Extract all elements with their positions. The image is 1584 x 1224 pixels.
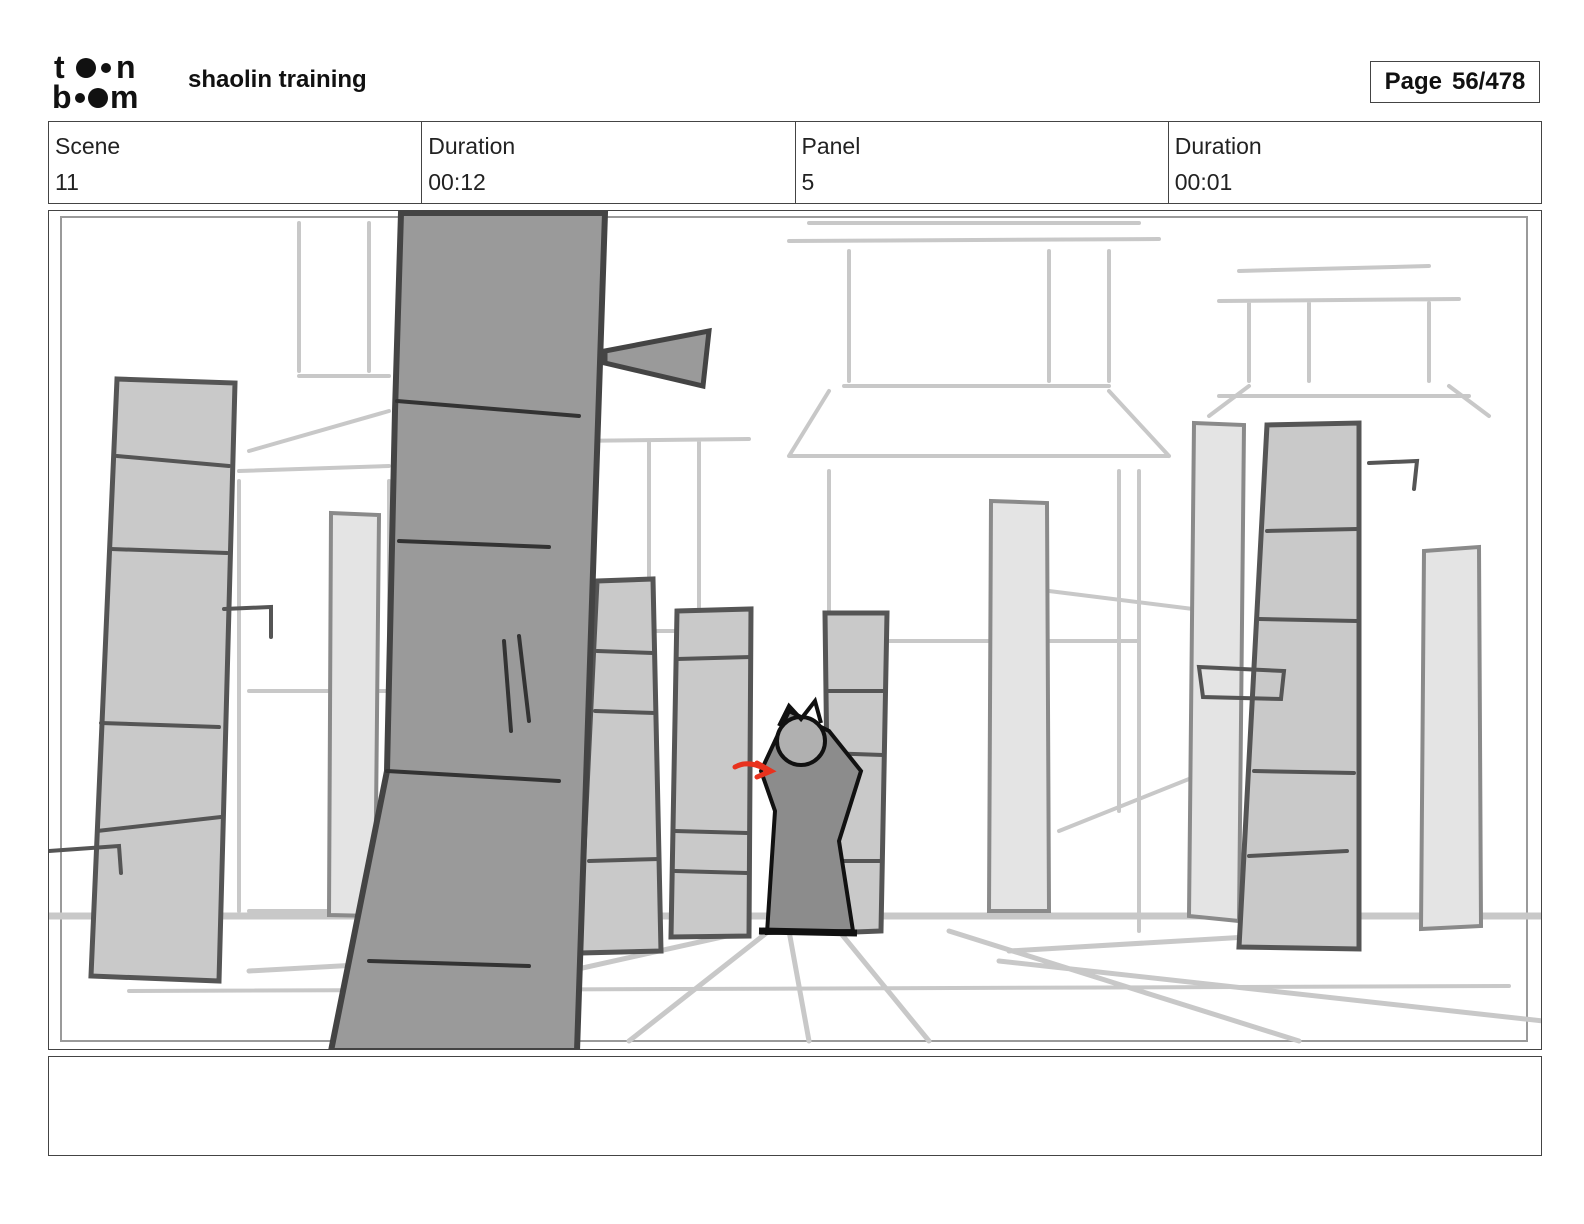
storyboard-sketch <box>49 211 1541 1049</box>
svg-text:m: m <box>110 79 138 112</box>
scene-duration-cell: Duration 00:12 <box>422 122 796 203</box>
scene-cell: Scene 11 <box>49 122 423 203</box>
panel-cell: Panel 5 <box>796 122 1169 203</box>
page-number: 56/478 <box>1451 68 1526 95</box>
scene-info-table: Scene 11 Duration 00:12 Panel 5 Duration… <box>48 121 1542 204</box>
panel-duration-value: 00:01 <box>1174 169 1233 195</box>
panel-notes-box <box>48 1056 1542 1156</box>
toon-boom-logo: t n b m <box>52 49 164 115</box>
storyboard-panel <box>48 210 1542 1050</box>
panel-label: Panel <box>801 133 861 159</box>
scene-label: Scene <box>55 133 121 159</box>
panel-value: 5 <box>801 169 815 195</box>
scene-value: 11 <box>55 169 79 195</box>
panel-duration-cell: Duration 00:01 <box>1169 122 1541 203</box>
scene-duration-label: Duration <box>428 133 516 159</box>
project-title: shaolin training <box>188 66 367 93</box>
page-label: Page <box>1384 68 1442 95</box>
panel-duration-label: Duration <box>1174 133 1262 159</box>
svg-text:b: b <box>52 79 72 112</box>
scene-duration-value: 00:12 <box>428 169 486 195</box>
page-indicator: Page 56/478 <box>1370 61 1540 103</box>
